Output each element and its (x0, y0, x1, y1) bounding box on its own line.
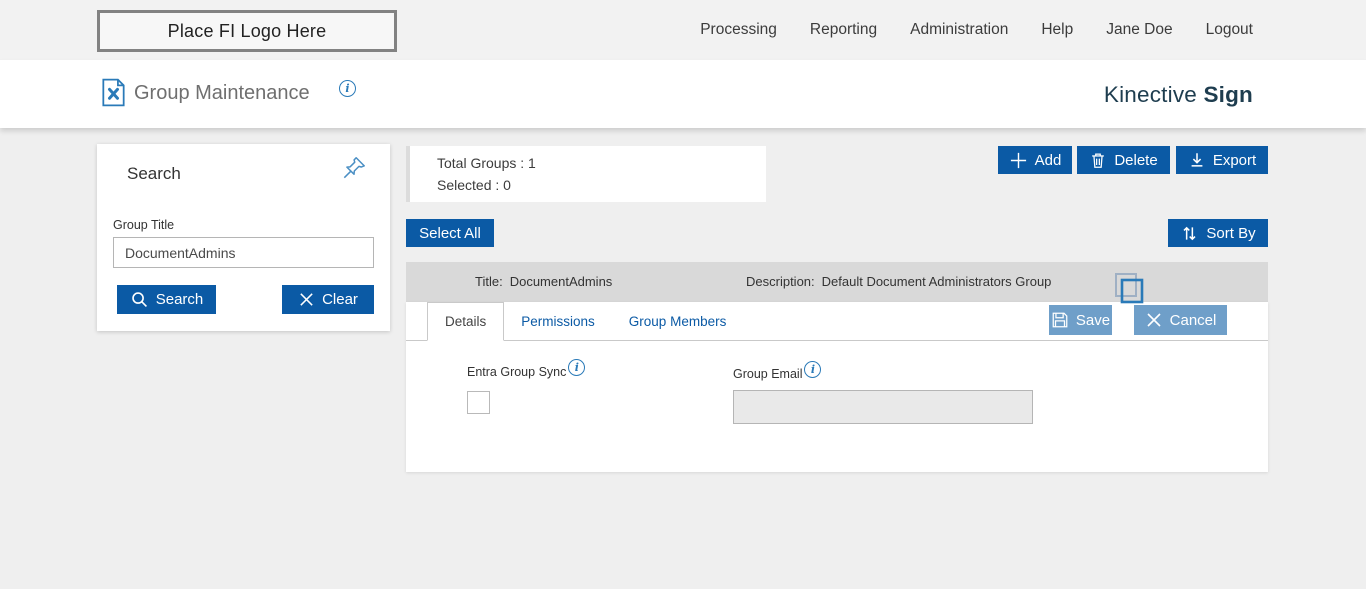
search-panel: Search Group Title Search Clear (97, 144, 390, 331)
brand-logo: Kinective Sign (1103, 82, 1253, 107)
sort-arrows-icon (1183, 226, 1196, 240)
cancel-button-label: Cancel (1169, 311, 1217, 329)
select-all-label: Select All (419, 224, 481, 242)
details-form: Entra Group Sync i Group Email i (406, 341, 1268, 471)
x-icon (300, 293, 313, 306)
search-panel-title: Search (127, 164, 181, 183)
group-maintenance-page-icon (102, 78, 125, 107)
group-title-input[interactable] (113, 237, 374, 268)
group-email-label: Group Email i (733, 361, 822, 384)
sort-by-button[interactable]: Sort By (1168, 219, 1268, 247)
floppy-disk-icon (1052, 312, 1068, 328)
plus-icon (1010, 152, 1026, 168)
group-detail-panel: Details Permissions Group Members Save C… (406, 302, 1268, 472)
export-button[interactable]: Export (1176, 146, 1268, 174)
tab-permissions[interactable]: Permissions (504, 302, 612, 340)
nav-item-reporting[interactable]: Reporting (810, 21, 877, 39)
nav-item-logout[interactable]: Logout (1206, 21, 1253, 39)
group-row-header[interactable]: Title: DocumentAdmins Description: Default… (406, 262, 1268, 304)
search-button[interactable]: Search (117, 285, 216, 314)
cancel-button[interactable]: Cancel (1134, 305, 1227, 335)
page-title: Group Maintenance (134, 82, 310, 104)
save-button[interactable]: Save (1049, 305, 1112, 335)
magnifier-icon (131, 292, 147, 308)
x-icon (1147, 313, 1161, 327)
main-nav: Processing Reporting Administration Help… (700, 0, 1253, 60)
pin-panel-icon[interactable] (340, 154, 368, 182)
search-button-label: Search (155, 291, 204, 308)
groups-summary: Total Groups : 1 Selected : 0 (410, 146, 766, 202)
export-button-label: Export (1212, 151, 1257, 169)
group-title-label: Group Title (113, 218, 175, 232)
select-all-button[interactable]: Select All (406, 219, 494, 247)
nav-item-user-jane-doe[interactable]: Jane Doe (1106, 21, 1172, 39)
sort-by-label: Sort By (1206, 224, 1256, 242)
add-button-label: Add (1034, 151, 1062, 169)
top-bar: Place FI Logo Here Processing Reporting … (0, 0, 1366, 60)
total-groups-count: Total Groups : 1 (437, 155, 536, 171)
group-row-description: Description: Default Document Administrat… (746, 274, 1052, 289)
fi-logo-placeholder: Place FI Logo Here (97, 10, 397, 52)
group-email-info-icon[interactable]: i (804, 361, 822, 378)
page-title-info-icon[interactable]: i (339, 80, 356, 97)
nav-item-administration[interactable]: Administration (910, 21, 1008, 39)
save-button-label: Save (1075, 311, 1111, 329)
clear-button[interactable]: Clear (282, 285, 374, 314)
download-icon (1191, 153, 1203, 167)
group-row-title: Title: DocumentAdmins (475, 274, 613, 289)
nav-item-processing[interactable]: Processing (700, 21, 777, 39)
copy-group-icon[interactable] (1113, 272, 1147, 306)
clear-button-label: Clear (322, 291, 358, 308)
entra-group-sync-checkbox[interactable] (467, 391, 490, 414)
selected-count: Selected : 0 (437, 177, 511, 193)
detail-tabbar: Details Permissions Group Members Save C… (406, 302, 1268, 341)
delete-button[interactable]: Delete (1077, 146, 1170, 174)
nav-item-help[interactable]: Help (1041, 21, 1073, 39)
entra-group-sync-label: Entra Group Sync i (467, 359, 586, 382)
add-button[interactable]: Add (998, 146, 1072, 174)
tab-group-members[interactable]: Group Members (612, 302, 744, 340)
delete-button-label: Delete (1114, 151, 1158, 169)
group-email-input (733, 390, 1033, 424)
tab-details[interactable]: Details (427, 302, 505, 341)
entra-group-sync-info-icon[interactable]: i (568, 359, 586, 376)
trash-icon (1092, 153, 1105, 168)
